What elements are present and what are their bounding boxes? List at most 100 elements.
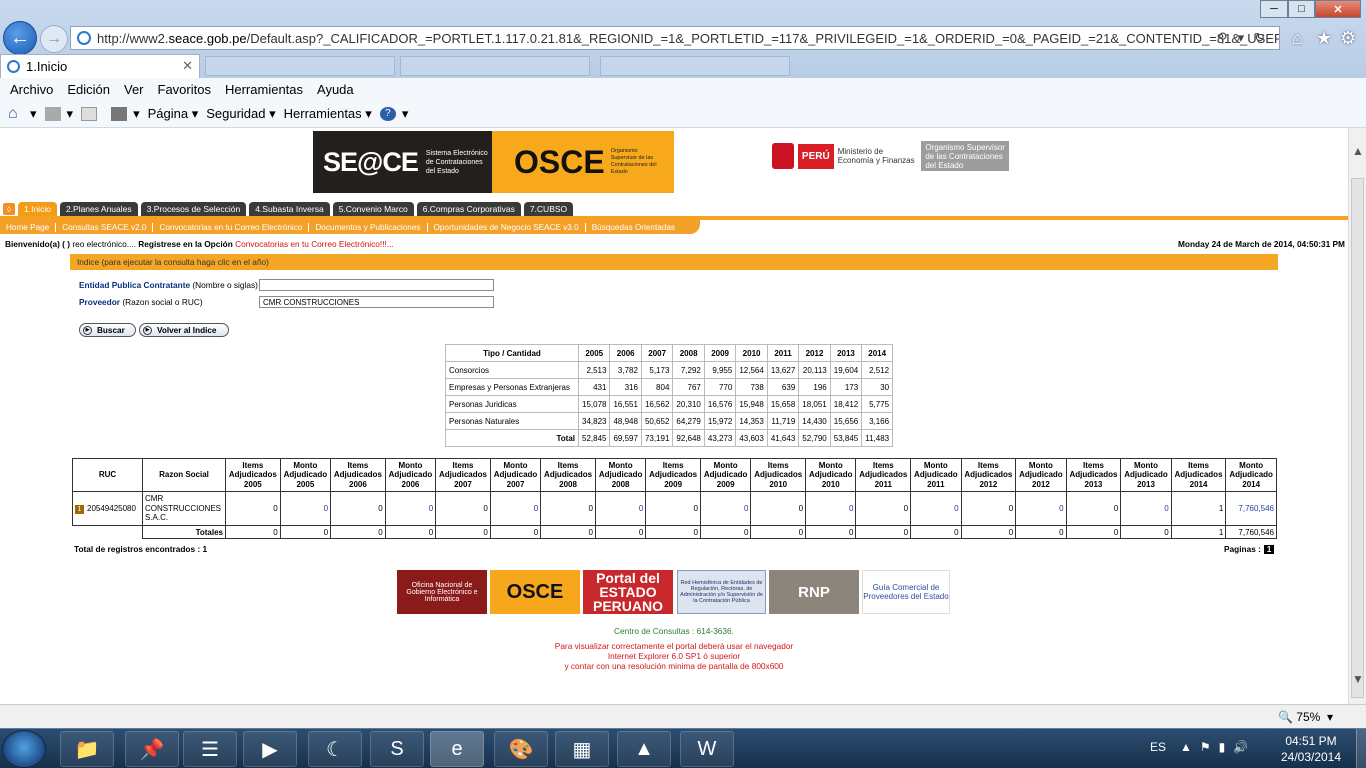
subnav-convocatorias[interactable]: Convocatorias en tu Correo Electrónico <box>153 222 310 232</box>
detail-cell-monto-2013[interactable]: 0 <box>1120 491 1172 526</box>
detail-cell-monto-2010[interactable]: 0 <box>805 491 857 526</box>
page-1-link[interactable]: 1 <box>1263 544 1275 554</box>
summary-year[interactable]: 2010 <box>735 344 768 362</box>
summary-year[interactable]: 2014 <box>861 344 894 362</box>
detail-ruc[interactable]: 20549425080 <box>87 504 136 513</box>
tab-inicio[interactable]: 1.Inicio <box>18 202 57 216</box>
seguridad-menu[interactable]: Seguridad ▾ <box>206 106 275 122</box>
entidad-input[interactable] <box>259 279 494 291</box>
zoom-control[interactable]: 🔍 75% ▾ <box>1278 710 1333 724</box>
home-cmd-button[interactable]: ⌂ ▾ <box>8 105 37 122</box>
start-button[interactable] <box>2 730 46 768</box>
menu-favoritos[interactable]: Favoritos <box>158 82 211 97</box>
menu-herramientas[interactable]: Herramientas <box>225 82 303 97</box>
background-tab[interactable] <box>400 56 590 76</box>
subnav-oportunidades[interactable]: Oportunidades de Negocio SEACE v3.0 <box>428 222 586 232</box>
favorites-star-icon[interactable]: ★ <box>1316 28 1332 49</box>
detail-cell-monto-2014[interactable]: 7,760,546 <box>1225 491 1277 526</box>
winrar-icon[interactable]: ▦ <box>555 731 609 767</box>
portal-estado-logo[interactable]: Portal del ESTADO PERUANO <box>583 570 673 614</box>
acrobat-icon[interactable]: ▲ <box>617 731 671 767</box>
back-button[interactable]: ← <box>3 21 37 55</box>
forward-button[interactable]: → <box>40 25 68 53</box>
subnav-documentos[interactable]: Documentos y Publicaciones <box>309 222 428 232</box>
scroll-thumb[interactable] <box>1351 178 1364 698</box>
tab-subasta-inversa[interactable]: 4.Subasta Inversa <box>249 202 330 216</box>
minimize-button[interactable]: ─ <box>1260 0 1288 18</box>
summary-year[interactable]: 2009 <box>703 344 737 362</box>
home-icon[interactable]: ⌂ <box>1292 28 1303 49</box>
volver-indice-button[interactable]: ▶ Volver al Indice <box>139 323 229 337</box>
summary-year[interactable]: 2005 <box>577 344 611 362</box>
mef-logo[interactable]: PERÚ Ministerio de Economía y Finanzas O… <box>772 141 1010 171</box>
menu-edicion[interactable]: Edición <box>67 82 110 97</box>
tab-cubso[interactable]: 7.CUBSO <box>523 202 574 216</box>
detail-cell-monto-2006[interactable]: 0 <box>384 491 437 526</box>
clock[interactable]: 04:51 PM 24/03/2014 <box>1278 733 1344 765</box>
onggei-logo[interactable]: Oficina Nacional de Gobierno Electrónico… <box>397 570 487 614</box>
scroll-up-icon[interactable]: ▲ <box>1352 144 1364 158</box>
help-menu[interactable]: ? ▾ <box>379 106 408 122</box>
summary-year[interactable]: 2013 <box>829 344 863 362</box>
tab-inicio[interactable]: 1.Inicio ✕ <box>0 54 200 78</box>
internet-explorer-icon[interactable]: e <box>430 731 484 767</box>
subnav-busquedas[interactable]: Búsquedas Orientadas <box>586 223 681 232</box>
todoist-icon[interactable]: ☰ <box>183 731 237 767</box>
proveedor-input[interactable]: CMR CONSTRUCCIONES <box>259 296 494 308</box>
summary-year[interactable]: 2007 <box>640 344 674 362</box>
detail-cell-monto-2008[interactable]: 0 <box>594 491 647 526</box>
herramientas-menu[interactable]: Herramientas ▾ <box>284 106 372 122</box>
tab-convenio-marco[interactable]: 5.Convenio Marco <box>332 202 414 216</box>
scroll-down-icon[interactable]: ▼ <box>1352 672 1364 686</box>
detail-cell-monto-2011[interactable]: 0 <box>910 491 962 526</box>
menu-archivo[interactable]: Archivo <box>10 82 53 97</box>
address-tools[interactable]: ⚲▾↻ <box>1218 30 1275 46</box>
osce-logo[interactable]: OSCE Organismo Supervisor de las Contrat… <box>492 131 674 193</box>
guia-comercial-logo[interactable]: Guía Comercial de Proveedores del Estado <box>862 570 950 614</box>
tools-gear-icon[interactable]: ⚙ <box>1340 28 1356 49</box>
detail-cell-monto-2012[interactable]: 0 <box>1015 491 1067 526</box>
tray-icons[interactable]: ▲⚑▮🔊 <box>1180 740 1256 754</box>
detail-cell-monto-2005[interactable]: 0 <box>279 491 332 526</box>
feeds-cmd-button[interactable]: ▾ <box>44 106 73 122</box>
subnav-consultas[interactable]: Consultas SEACE v2.0 <box>56 222 154 232</box>
summary-year[interactable]: 2008 <box>672 344 705 362</box>
red-hemisferica-logo[interactable]: Red Hemisférica de Entidades de Regulaci… <box>677 570 766 614</box>
detail-cell-monto-2009[interactable]: 0 <box>699 491 752 526</box>
rnp-logo[interactable]: RNP <box>769 570 859 614</box>
tab-procesos-seleccion[interactable]: 3.Procesos de Selección <box>140 202 247 216</box>
buscar-button[interactable]: ▶ Buscar <box>79 323 136 337</box>
word-icon[interactable]: W <box>680 731 734 767</box>
media-player-icon[interactable]: ▶ <box>243 731 297 767</box>
tab-planes-anuales[interactable]: 2.Planes Anuales <box>59 202 138 216</box>
close-button[interactable]: ✕ <box>1315 0 1361 18</box>
rss-icon[interactable]: ◊ <box>3 203 15 215</box>
ccleaner-icon[interactable]: ☾ <box>308 731 362 767</box>
vertical-scrollbar[interactable]: ▲ ▼ <box>1348 128 1366 704</box>
pin-app-icon[interactable]: 📌 <box>125 731 179 767</box>
address-bar[interactable]: http://www2. seace.gob.pe/Default.asp?_CA… <box>70 26 1280 50</box>
menu-ayuda[interactable]: Ayuda <box>317 82 354 97</box>
paint-icon[interactable]: 🎨 <box>494 731 548 767</box>
print-cmd-button[interactable]: ▾ <box>111 106 140 122</box>
skype-icon[interactable]: S <box>370 731 424 767</box>
summary-year[interactable]: 2011 <box>766 344 800 362</box>
background-tab[interactable] <box>205 56 395 76</box>
explorer-icon[interactable]: 📁 <box>60 731 114 767</box>
menu-ver[interactable]: Ver <box>124 82 144 97</box>
welcome-convocatorias-link[interactable]: Convocatorias en tu Correo Electrónico!!… <box>235 239 394 249</box>
show-desktop-button[interactable] <box>1356 729 1366 768</box>
tab-close-icon[interactable]: ✕ <box>182 58 193 74</box>
summary-year[interactable]: 2012 <box>798 344 831 362</box>
background-tab[interactable] <box>600 56 790 76</box>
mail-cmd-button[interactable] <box>81 106 103 121</box>
maximize-button[interactable]: □ <box>1288 0 1315 18</box>
summary-year[interactable]: 2006 <box>609 344 642 362</box>
language-indicator[interactable]: ES <box>1150 740 1166 754</box>
osce-footer-logo[interactable]: OSCE <box>490 570 580 614</box>
subnav-home[interactable]: Home Page <box>0 222 57 232</box>
detail-cell-monto-2007[interactable]: 0 <box>489 491 542 526</box>
pagina-menu[interactable]: Página ▾ <box>148 106 199 122</box>
seace-logo[interactable]: SE@CE Sistema Electrónico de Contratacio… <box>313 131 492 193</box>
tab-compras-corporativas[interactable]: 6.Compras Corporativas <box>416 202 521 216</box>
